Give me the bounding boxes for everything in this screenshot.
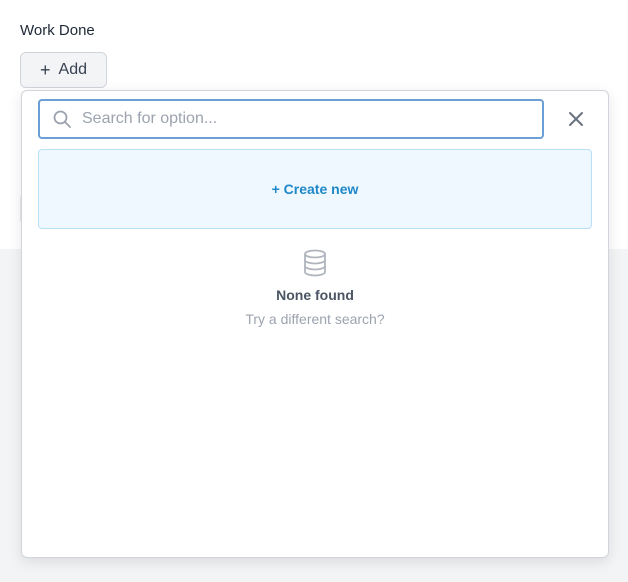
add-button[interactable]: + Add [20, 52, 107, 88]
field-label: Work Done [20, 22, 95, 39]
plus-icon: + [40, 59, 51, 80]
search-field[interactable] [38, 99, 544, 139]
search-input[interactable] [80, 103, 542, 135]
search-icon [53, 110, 71, 128]
create-new-button[interactable]: + Create new [38, 149, 592, 229]
empty-state-title: None found [276, 287, 354, 303]
option-picker-popover: + Create new None found Try a different … [21, 90, 609, 558]
close-icon[interactable] [565, 108, 587, 130]
database-icon [304, 249, 326, 277]
add-button-label: Add [58, 61, 87, 78]
empty-state: None found Try a different search? [22, 249, 608, 327]
empty-state-subtitle: Try a different search? [245, 311, 385, 327]
create-new-label: + Create new [271, 181, 359, 197]
